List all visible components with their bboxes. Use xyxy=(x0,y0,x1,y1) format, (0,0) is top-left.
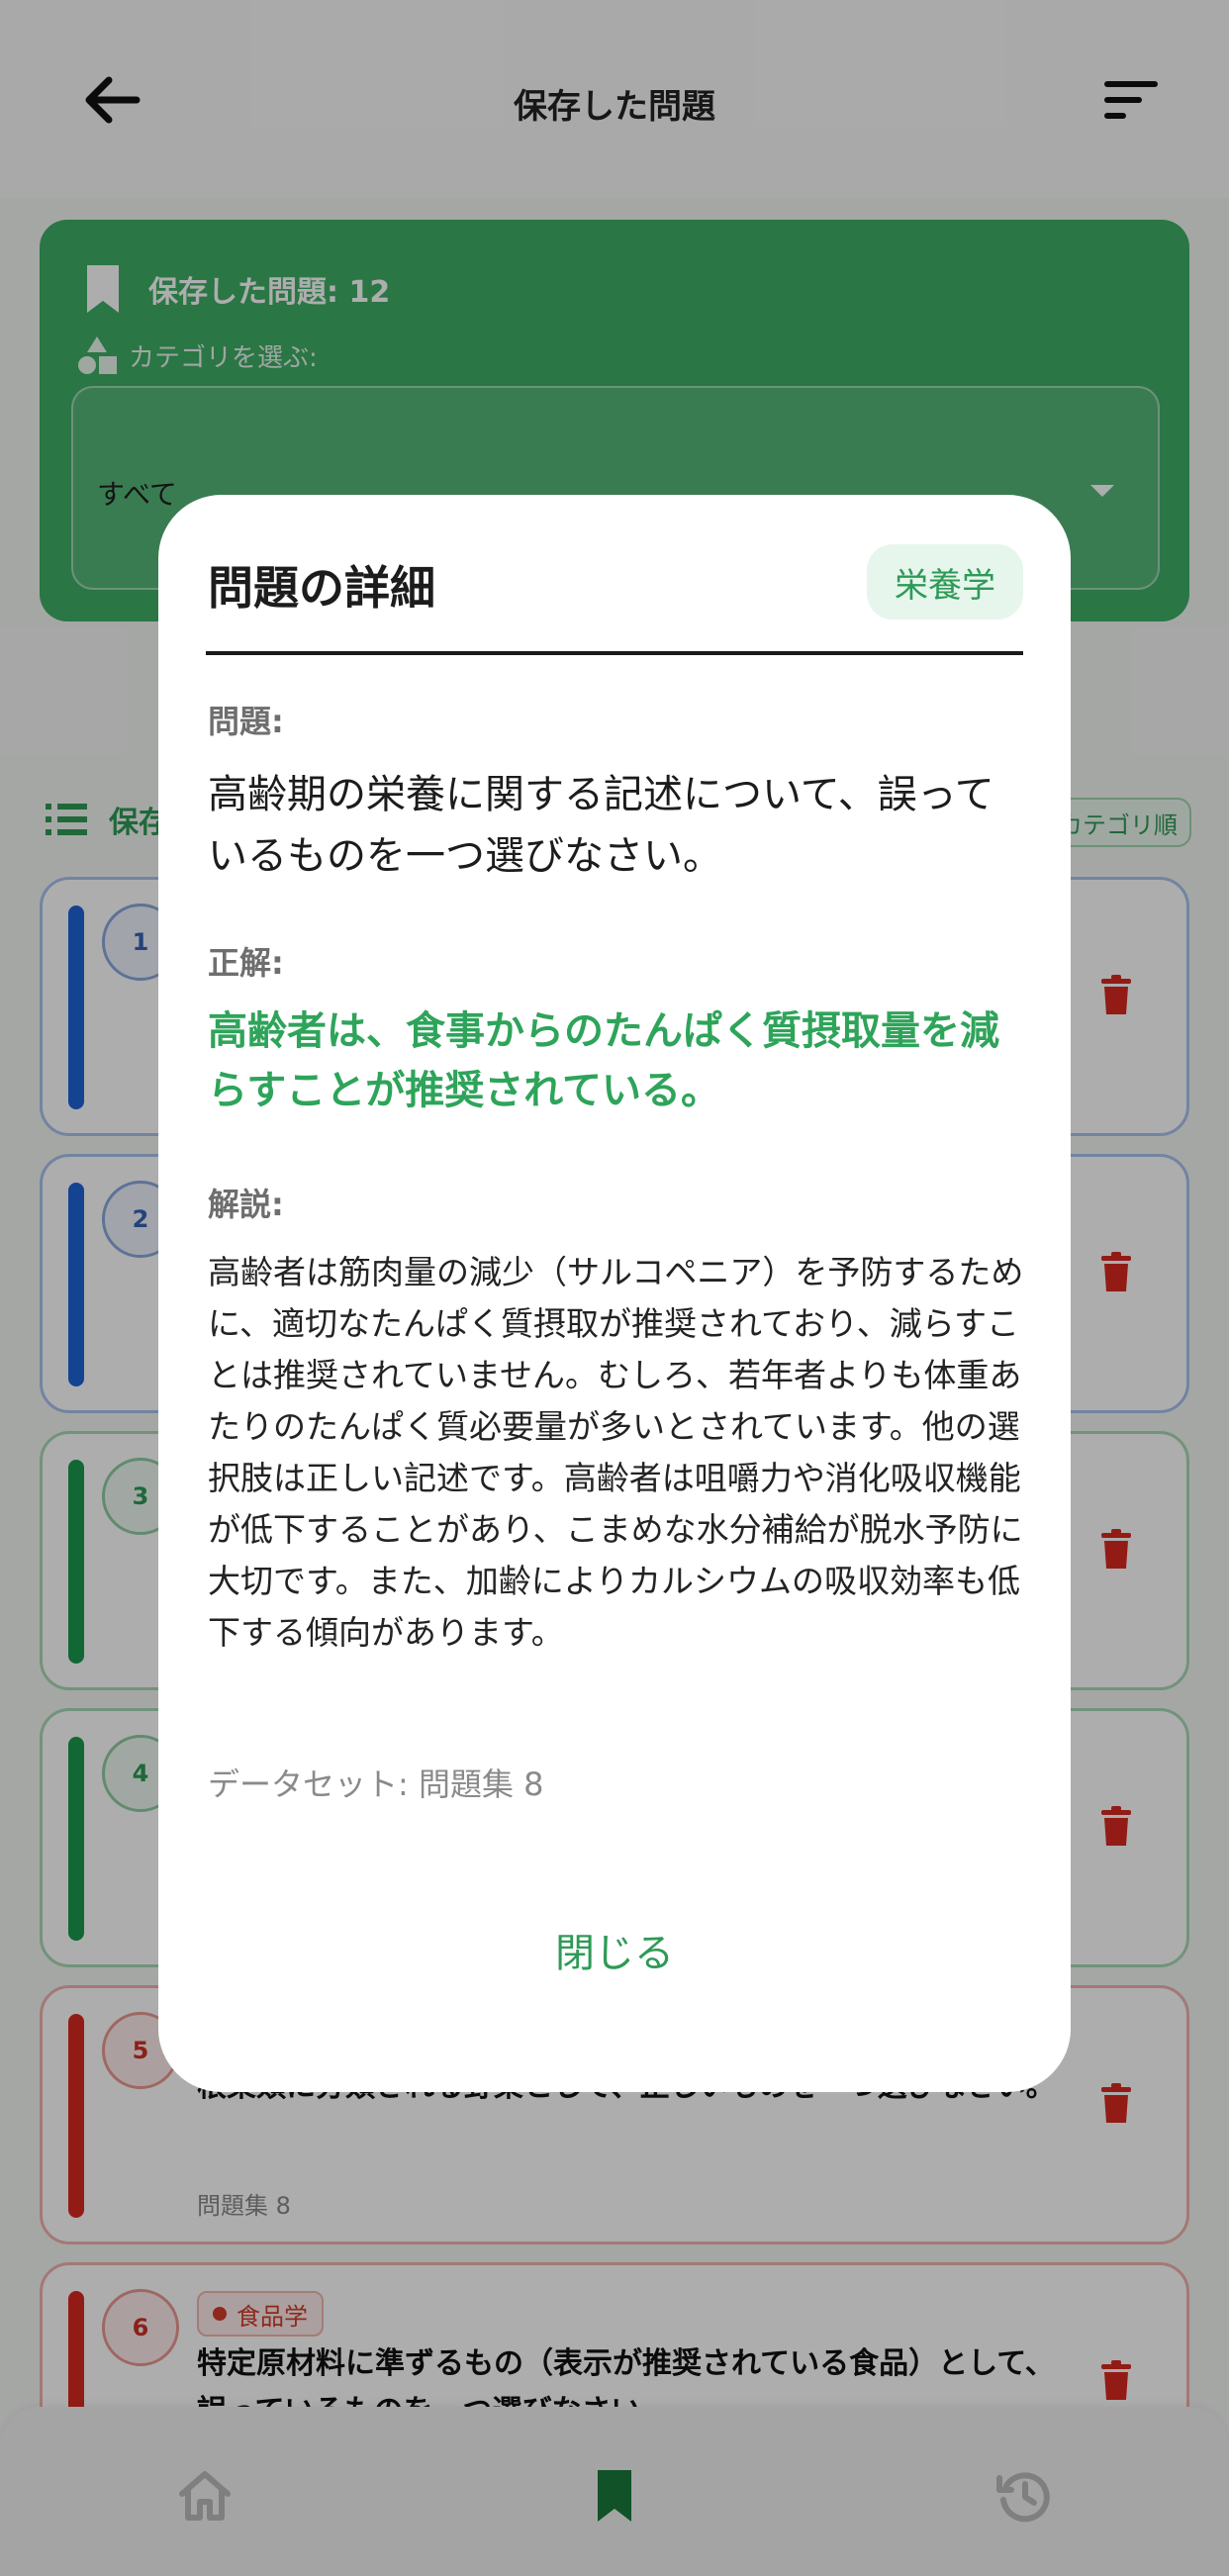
question-text: 高齢期の栄養に関する記述について、誤っているものを一つ選びなさい。 xyxy=(208,772,994,879)
explanation-text: 高齢者は筋肉量の減少（サルコペニア）を予防するために、適切なたんぱく質摂取が推奨… xyxy=(208,1253,1024,1652)
divider xyxy=(206,651,1023,655)
correct-answer: 高齢者は、食事からのたんぱく質摂取量を減らすことが推奨されている。 xyxy=(208,1008,999,1113)
question-detail-dialog: 問題の詳細 栄養学 問題: 高齢期の栄養に関する記述について、誤っているものを一… xyxy=(158,495,1071,2092)
question-label: 問題: xyxy=(208,703,284,740)
dialog-title: 問題の詳細 xyxy=(208,561,435,615)
category-chip: 栄養学 xyxy=(867,544,1023,620)
answer-label: 正解: xyxy=(208,944,284,982)
close-button[interactable]: 閉じる xyxy=(466,1910,763,1989)
dataset-label: データセット: 問題集 8 xyxy=(208,1765,544,1803)
explanation-label: 解説: xyxy=(208,1186,284,1223)
